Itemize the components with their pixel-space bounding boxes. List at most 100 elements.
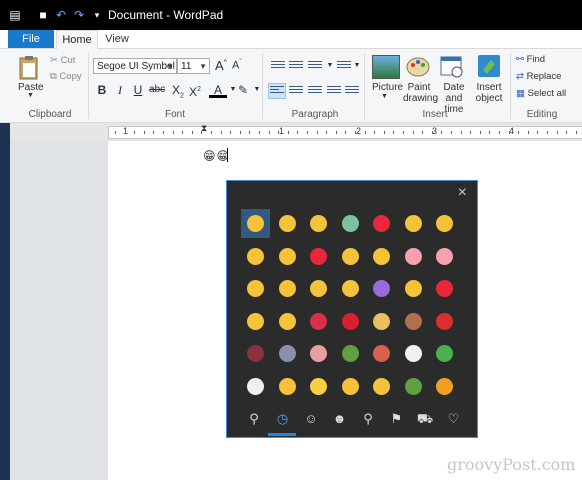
emoji-cell[interactable] xyxy=(273,307,302,336)
superscript-icon[interactable]: X2 xyxy=(188,82,202,99)
cut-button[interactable]: ✂ Cut xyxy=(50,55,75,66)
emoji-cell[interactable] xyxy=(241,209,270,238)
emoji-cell[interactable] xyxy=(430,274,459,303)
picture-label[interactable]: Picture xyxy=(372,82,403,93)
emoji-cell[interactable] xyxy=(273,242,302,271)
celebration-icon[interactable]: ⚲ xyxy=(355,406,381,432)
grow-font-icon[interactable]: A^ xyxy=(215,58,227,73)
emoji-cell[interactable] xyxy=(336,372,365,401)
emoji-cell[interactable] xyxy=(367,339,396,368)
emoji-cell[interactable] xyxy=(367,274,396,303)
font-color-icon[interactable]: A xyxy=(209,82,227,98)
emoji-cell[interactable] xyxy=(399,307,428,336)
emoji-cell[interactable] xyxy=(336,274,365,303)
italic-icon[interactable]: I xyxy=(113,82,127,98)
select-all-button[interactable]: ▦ Select all xyxy=(516,88,566,99)
tab-view[interactable]: View xyxy=(100,30,134,48)
bullets-icon[interactable] xyxy=(307,59,323,73)
calendar-clock-icon[interactable] xyxy=(440,54,464,78)
chevron-down-icon[interactable]: ▼ xyxy=(381,93,388,100)
align-right-icon[interactable] xyxy=(307,84,323,98)
emoji-cell[interactable] xyxy=(241,242,270,271)
picture-icon[interactable] xyxy=(372,55,400,79)
redo-icon[interactable]: ↷ xyxy=(72,8,86,22)
emoji-cell[interactable] xyxy=(304,307,333,336)
replace-button[interactable]: ⇄ Replace xyxy=(516,71,561,82)
emoji-cell[interactable] xyxy=(399,339,428,368)
emoji-cell[interactable] xyxy=(273,372,302,401)
emoji-cell[interactable] xyxy=(399,372,428,401)
copy-button[interactable]: ⧉ Copy xyxy=(50,71,82,82)
insert-object-label[interactable]: Insert object xyxy=(475,82,503,104)
ruler-tick xyxy=(191,131,193,134)
paragraph-settings-icon[interactable] xyxy=(344,84,360,98)
close-icon[interactable]: × xyxy=(458,184,467,202)
insert-object-icon[interactable] xyxy=(477,54,501,78)
find-button[interactable]: ⚯ Find xyxy=(516,54,545,65)
emoji-cell[interactable] xyxy=(273,339,302,368)
emoji-cell[interactable] xyxy=(273,209,302,238)
emoji-cell[interactable] xyxy=(430,209,459,238)
emoji-cell[interactable] xyxy=(241,307,270,336)
emoji-cell[interactable] xyxy=(430,372,459,401)
font-size-select[interactable]: 11 ▼ xyxy=(177,58,210,74)
emoji-cell[interactable] xyxy=(430,339,459,368)
ruler[interactable]: 1 1 2 3 4 ⧗ xyxy=(108,123,582,139)
travel-icon[interactable]: ⛟ xyxy=(412,406,438,432)
highlight-icon[interactable]: ✎ xyxy=(236,82,250,98)
recent-icon[interactable]: ◷ xyxy=(270,406,296,432)
undo-icon[interactable]: ↶ xyxy=(54,8,68,22)
search-icon[interactable]: ⚲ xyxy=(241,406,267,432)
emoji-cell[interactable] xyxy=(336,339,365,368)
food-icon[interactable]: ⚑ xyxy=(384,406,410,432)
chevron-down-icon[interactable]: ▼ xyxy=(350,58,364,74)
chevron-down-icon[interactable]: ▼ xyxy=(323,58,337,74)
document-text[interactable]: 😁😁 xyxy=(203,149,230,163)
wordpad-app-icon[interactable]: ▤ xyxy=(8,8,22,22)
emoji-cell[interactable] xyxy=(399,242,428,271)
subscript-icon[interactable]: X2 xyxy=(171,82,185,99)
emoji-cell[interactable] xyxy=(367,372,396,401)
emoji-icon xyxy=(278,280,296,297)
emoji-cell[interactable] xyxy=(304,242,333,271)
save-icon[interactable]: ■ xyxy=(36,8,50,22)
smiley-icon[interactable]: ☺ xyxy=(298,406,324,432)
emoji-cell[interactable] xyxy=(304,274,333,303)
emoji-cell[interactable] xyxy=(399,209,428,238)
emoji-cell[interactable] xyxy=(367,242,396,271)
shrink-font-icon[interactable]: Aˇ xyxy=(232,59,242,72)
emoji-cell[interactable] xyxy=(241,274,270,303)
bold-icon[interactable]: B xyxy=(95,82,109,98)
strikethrough-icon[interactable]: abc xyxy=(149,82,165,98)
people-icon[interactable]: ☻ xyxy=(327,406,353,432)
underline-icon[interactable]: U xyxy=(131,82,145,98)
emoji-cell[interactable] xyxy=(304,339,333,368)
emoji-cell[interactable] xyxy=(336,242,365,271)
justify-icon[interactable] xyxy=(326,84,342,98)
tab-home[interactable]: Home xyxy=(56,30,98,49)
emoji-cell[interactable] xyxy=(304,372,333,401)
emoji-cell[interactable] xyxy=(367,209,396,238)
tab-file[interactable]: File xyxy=(8,30,54,48)
font-family-select[interactable]: Segoe UI Symbol ▼ xyxy=(93,58,177,74)
emoji-cell[interactable] xyxy=(399,274,428,303)
emoji-cell[interactable] xyxy=(430,242,459,271)
paint-drawing-label[interactable]: Paint drawing xyxy=(403,82,438,104)
heart-icon[interactable]: ♡ xyxy=(441,406,467,432)
paste-dropdown-icon[interactable]: ▼ xyxy=(27,92,34,99)
decrease-indent-icon[interactable] xyxy=(270,59,286,73)
align-left-icon[interactable] xyxy=(268,83,286,99)
emoji-cell[interactable] xyxy=(273,274,302,303)
emoji-cell[interactable] xyxy=(367,307,396,336)
emoji-cell[interactable] xyxy=(430,307,459,336)
emoji-cell[interactable] xyxy=(336,209,365,238)
align-center-icon[interactable] xyxy=(288,84,304,98)
paste-button[interactable] xyxy=(18,55,40,81)
emoji-cell[interactable] xyxy=(304,209,333,238)
emoji-cell[interactable] xyxy=(336,307,365,336)
emoji-cell[interactable] xyxy=(241,339,270,368)
emoji-cell[interactable] xyxy=(241,372,270,401)
customize-qat-icon[interactable]: ▾ xyxy=(90,8,104,22)
paint-drawing-icon[interactable] xyxy=(406,54,430,78)
increase-indent-icon[interactable] xyxy=(288,59,304,73)
